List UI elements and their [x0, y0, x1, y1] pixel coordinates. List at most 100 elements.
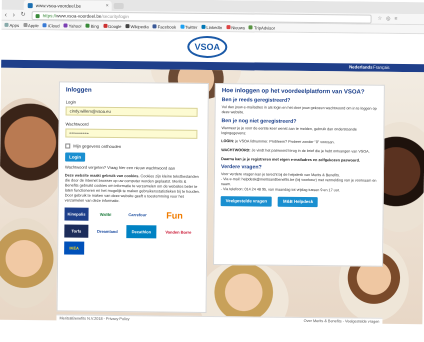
login-key: LOGIN: [221, 139, 235, 144]
bookmark-item[interactable]: Google [102, 23, 122, 29]
password-key: WACHTWOORD: [221, 148, 251, 153]
screen: www.vsoa-voordeel.be × ‹ › ↻ https://www… [0, 0, 424, 342]
password-label: Wachtwoord [65, 121, 89, 127]
bookmark-label: Wikipedia [130, 23, 149, 29]
bookmark-label: Twitter [185, 24, 198, 30]
bookmark-label: iCloud [47, 22, 60, 28]
remember-checkbox[interactable] [65, 143, 71, 149]
bookmark-icon [201, 24, 206, 29]
login-title: Inloggen [65, 86, 92, 94]
bookmark-item[interactable]: LinkedIn [201, 24, 223, 30]
bookmark-icon [63, 23, 68, 28]
favicon-icon [27, 3, 33, 9]
brand-logo: Dreamland [92, 224, 123, 239]
remember-me[interactable]: Mijn gegevens onthouden [65, 143, 201, 149]
info-buttons: Veelgestelde vragen M&B Helpdesk [220, 196, 377, 208]
bookmark-icon [125, 24, 130, 29]
contact-phone: - Via telefoon: 014 24 48 95, van maanda… [220, 187, 340, 193]
bookmark-item[interactable]: Yahoo! [63, 22, 82, 29]
login-label: Login [65, 99, 76, 105]
info-title: Hoe inloggen op het voordeelplatform van… [221, 88, 365, 96]
bookmark-label: Facebook [157, 23, 177, 30]
bookmark-icon [152, 24, 157, 29]
brand-logo: Kinepolis [64, 207, 89, 221]
remember-label: Mijn gegevens onthouden [73, 143, 122, 150]
brand-logo: Vanden Borre [160, 225, 197, 239]
password-instructions: WACHTWOORD: Je vindt het paswoord terug … [221, 148, 377, 154]
lang-fr-link[interactable]: Français [373, 65, 390, 70]
extension-icon[interactable]: ◎ [386, 16, 394, 22]
lock-icon [35, 14, 40, 19]
registered-heading: Ben je reeds geregistreerd? [221, 97, 291, 104]
password-value: Je vindt het paswoord terug in de brief … [251, 148, 370, 154]
bookmark-item[interactable]: Apps [4, 22, 19, 27]
password-input[interactable]: •••••••••• [65, 128, 198, 139]
bookmark-item[interactable]: Apple [23, 23, 39, 28]
brand-logo: Decathlon [126, 225, 157, 239]
new-tab-button[interactable] [113, 2, 124, 10]
cookie-notice: Deze website maakt gebruik van cookies. … [65, 173, 201, 204]
site-header: VSOA [1, 29, 424, 65]
forgot-password-link[interactable]: Wachtwoord vergeten? Vraag hier een nieu… [65, 164, 201, 170]
bookmark-item[interactable]: Wikipedia [125, 23, 149, 29]
info-panel: Hoe inloggen op het voordeelplatform van… [213, 83, 385, 267]
bookmark-item[interactable]: Facebook [152, 23, 177, 30]
lang-nl-link[interactable]: Nederlands [349, 64, 372, 69]
toolbar-icons: ☆◎≡ [378, 16, 402, 22]
faq-button[interactable]: Veelgestelde vragen [220, 196, 273, 207]
bookmark-icon [85, 23, 90, 28]
contact-email: - Via e-mail: helpdesk@meritsandbenefits… [220, 177, 377, 186]
person-image [198, 259, 290, 325]
url-scheme: https:// [42, 13, 57, 19]
login-button[interactable]: Login [65, 152, 86, 162]
bookmark-label: Nieuws [231, 24, 246, 30]
bookmark-item[interactable]: Nieuws [226, 25, 245, 30]
forward-icon[interactable]: › [13, 12, 15, 19]
brand-logo: IKEA [64, 241, 85, 255]
bookmark-icon [23, 23, 28, 28]
register-note: Daarna kan je je registreren met eigen e… [221, 156, 361, 163]
bookmark-item[interactable]: Twitter [180, 24, 197, 29]
back-icon[interactable]: ‹ [5, 12, 7, 19]
bookmark-icon [102, 23, 108, 28]
bookmark-icon [180, 24, 185, 29]
brand-logo: Fun [156, 208, 193, 222]
close-icon[interactable]: × [106, 3, 109, 9]
bookmark-label: TripAdvisor [253, 24, 276, 31]
login-input[interactable]: cindy.willem@vsoa.eu [65, 106, 198, 117]
bookmark-icon [226, 25, 231, 30]
helpdesk-button[interactable]: M&B Helpdesk [277, 196, 319, 208]
bookmark-label: Apple [28, 22, 39, 28]
bookmark-icon [4, 22, 9, 27]
not-registered-text: Wanneer je je voor de eerste keer wenst … [221, 126, 357, 136]
logo-text: VSOA [194, 41, 221, 53]
bookmark-label: LinkedIn [206, 24, 223, 30]
brand-logo: Torfs [64, 224, 89, 238]
cookie-notice-bold: Deze website maakt gebruik van cookies. [64, 173, 140, 179]
questions-heading: Verdere vragen? [221, 163, 262, 171]
cookie-notice-text: Cookies zijn kleine tekstbestanden die d… [64, 174, 200, 204]
login-value: je VSOA lidnummer. Probleem? Probeer zon… [235, 139, 335, 145]
url-path: /security/login [101, 13, 129, 20]
bookmark-item[interactable]: Bing [85, 23, 100, 29]
person-image [0, 97, 67, 209]
bookmark-label: Bing [90, 23, 100, 29]
reload-icon[interactable]: ↻ [21, 12, 26, 19]
login-instructions: LOGIN: je VSOA lidnummer. Probleem? Prob… [221, 139, 377, 145]
bookmark-icon [248, 25, 254, 30]
footer-left[interactable]: Merits&Benefits N.V.2018 - Privacy Polic… [59, 316, 129, 321]
bookmark-item[interactable]: iCloud [42, 22, 60, 28]
not-registered-heading: Ben je nog niet geregistreerd? [221, 118, 297, 126]
menu-icon[interactable]: ≡ [394, 16, 401, 22]
bookmark-label: Apps [9, 22, 20, 28]
login-panel: Inloggen Login cindy.willem@vsoa.eu Wach… [56, 81, 209, 313]
bookmark-label: Yahoo! [68, 22, 82, 29]
bookmark-item[interactable]: TripAdvisor [248, 24, 276, 31]
bookmark-label: Google [107, 23, 122, 29]
url-host: www.vsoa-voordeel.be [56, 13, 102, 19]
brand-logos: Kinepolis Walibi Carrefour Fun Torfs Dreamlan… [64, 207, 200, 255]
vsoa-logo[interactable]: VSOA [187, 35, 228, 59]
tab-title: www.vsoa-voordeel.be [35, 3, 82, 9]
brand-logo: Carrefour [122, 208, 153, 222]
footer-right[interactable]: Over Merits & Benefits - Veelgestelde vr… [304, 319, 380, 324]
